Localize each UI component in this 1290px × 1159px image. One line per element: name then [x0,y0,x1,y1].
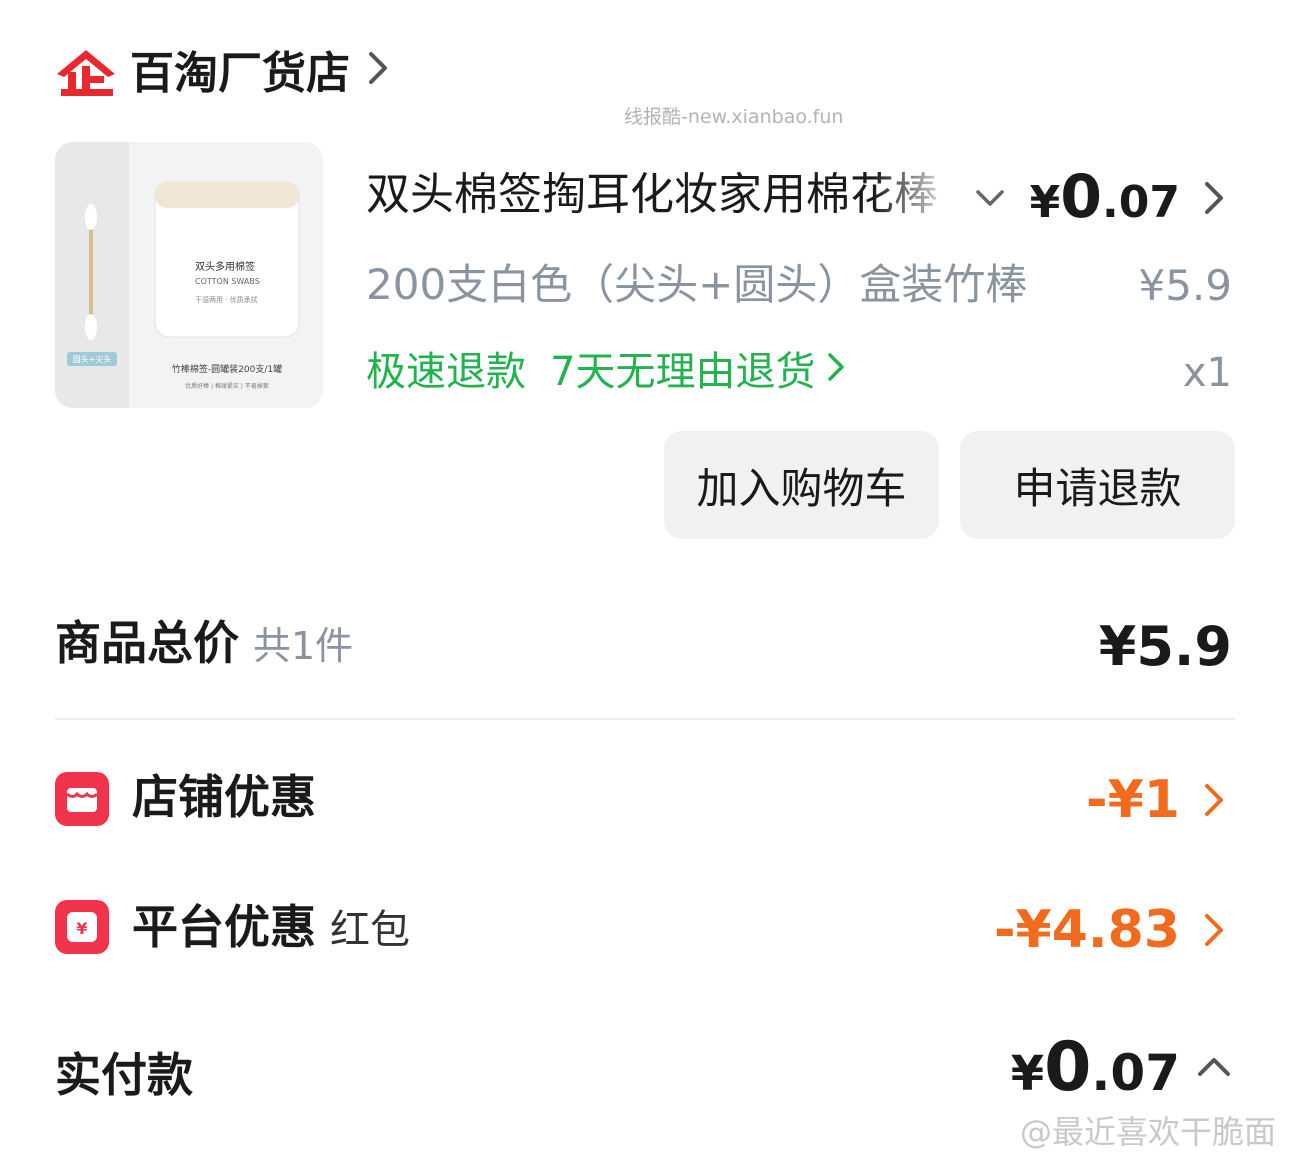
chevron-right-icon [828,353,845,381]
price-dec: .07 [1102,177,1180,228]
price-int: 0 [1060,162,1103,232]
shop-name: 百淘厂货店 [130,48,350,99]
product-title[interactable]: 双头棉签掏耳化妆家用棉花棒 [366,165,956,225]
product-spec: 200支白色（尖头+圆头）盒装竹棒 [366,260,1028,309]
chevron-up-icon[interactable] [1196,1052,1232,1082]
chevron-right-icon [369,52,388,84]
pay-prefix: ¥ [1010,1046,1045,1102]
total-count: 共1件 [253,624,354,668]
chevron-right-icon[interactable] [1200,780,1228,820]
svg-text:¥: ¥ [76,919,87,938]
platform-discount-value[interactable]: -¥4.83 [994,898,1180,962]
red-packet-icon: ¥ [55,900,109,954]
service-tags[interactable]: 极速退款 7天无理由退货 [366,343,847,401]
shop-logo [55,48,117,98]
refund-button[interactable]: 申请退款 [960,431,1235,539]
shop-discount-label: 店铺优惠 [132,770,316,824]
chevron-right-icon[interactable] [1200,910,1228,950]
add-to-cart-button[interactable]: 加入购物车 [664,431,939,539]
product-paid-price[interactable]: ¥0.07 [1030,162,1180,238]
divider [55,718,1235,720]
image-title-cn: 双头多用棉签 [195,260,255,273]
chevron-right-icon[interactable] [1200,178,1228,218]
total-value: ¥5.9 [1098,615,1232,678]
pay-label: 实付款 [55,1048,193,1102]
store-icon [55,772,109,826]
product-image[interactable]: 圆头+尖头 双头多用棉签 COTTON SWABS 干湿两用 · 优质承拭 竹棒… [55,142,323,408]
quantity: x1 [1182,350,1232,396]
image-caption: 竹棒棉签-圆罐装200支/1罐 [172,363,282,375]
service-fast-refund: 极速退款 [366,349,526,395]
image-tag: 圆头+尖头 [73,354,112,364]
price-prefix: ¥ [1029,177,1061,228]
shop-name-link[interactable]: 百淘厂货店 [130,44,391,104]
platform-discount-sub: 红包 [330,907,410,953]
pay-dec: .07 [1091,1044,1180,1102]
shop-discount-value[interactable]: -¥1 [1086,768,1180,832]
platform-discount-label: 平台优惠 [132,900,316,954]
image-line: 干湿两用 · 优质承拭 [195,295,258,304]
image-title-en: COTTON SWABS [195,277,260,286]
service-7day-return: 7天无理由退货 [550,349,816,395]
total-row: 商品总价 共1件 [55,612,353,677]
image-bullets: 优质好棒 | 棉球紧实 | 不易掉絮 [185,382,269,390]
original-price: ¥5.9 [1138,261,1232,310]
watermark-top: 线报酷-new.xianbao.fun [624,106,844,128]
pay-value: ¥0.07 [1011,1028,1180,1114]
chevron-down-icon[interactable] [974,184,1006,212]
total-label: 商品总价 [55,616,239,670]
platform-discount-row: 平台优惠 红包 [132,896,410,961]
pay-int: 0 [1044,1028,1092,1107]
watermark-bottom: @最近喜欢干脆面 [1019,1113,1276,1151]
